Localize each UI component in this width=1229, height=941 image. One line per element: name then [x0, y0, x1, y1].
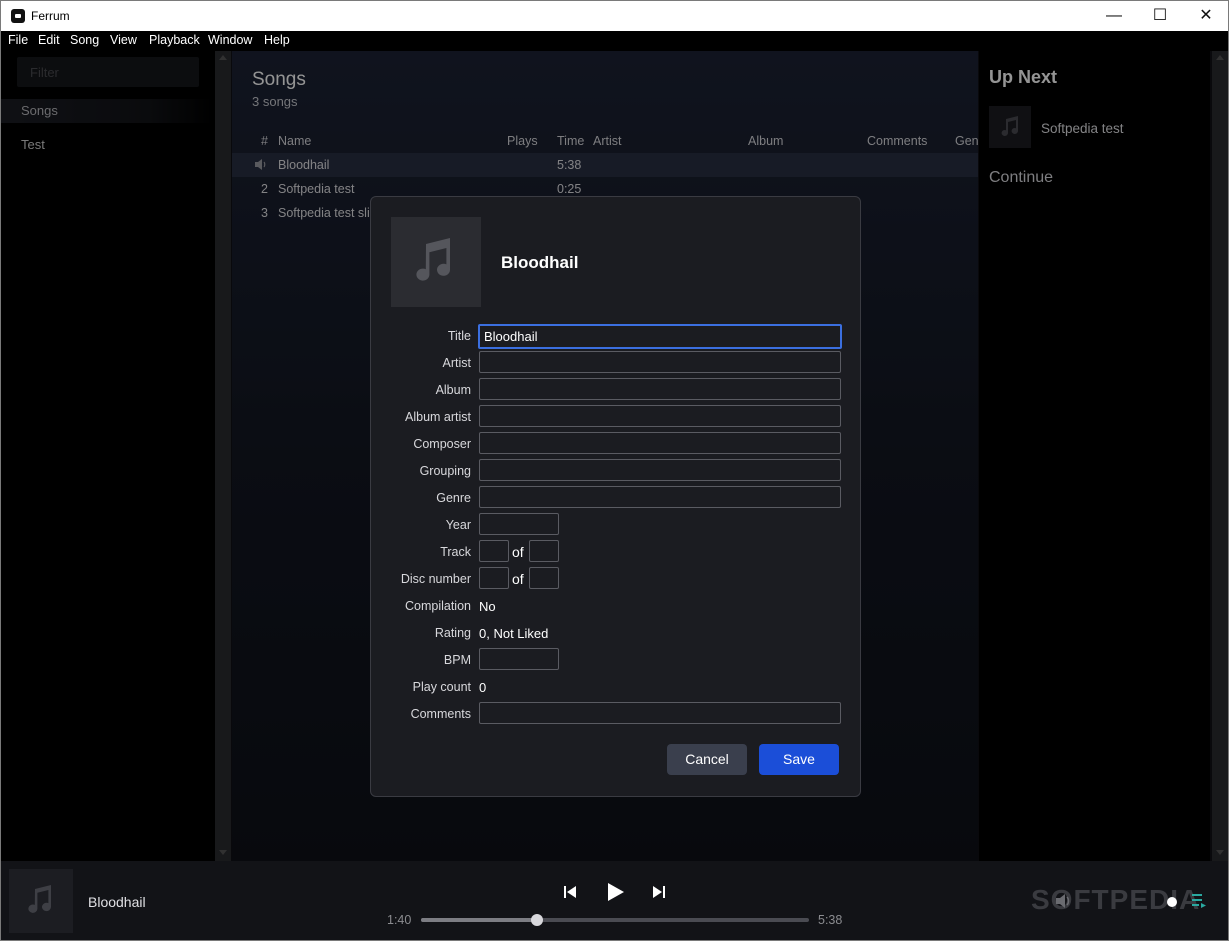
- title-input[interactable]: [478, 324, 842, 349]
- menu-song[interactable]: Song: [70, 33, 99, 47]
- menu-help[interactable]: Help: [264, 33, 290, 47]
- dialog-song-title: Bloodhail: [501, 253, 579, 272]
- year-input[interactable]: [479, 513, 559, 535]
- compilation-toggle[interactable]: No: [479, 599, 496, 614]
- ferrum-app-icon: [11, 9, 25, 23]
- disc-total-input[interactable]: [529, 567, 559, 589]
- minimize-button[interactable]: —: [1091, 1, 1137, 31]
- play-count-value: 0: [479, 680, 487, 695]
- grouping-input[interactable]: [479, 459, 841, 481]
- menu-playback[interactable]: Playback: [149, 33, 200, 47]
- comments-input[interactable]: [479, 702, 841, 724]
- disc-number-label: Disc number: [400, 572, 471, 586]
- song-info-dialog: Bloodhail Title Artist Album Album artis…: [370, 196, 861, 797]
- bpm-label: BPM: [443, 653, 471, 667]
- music-note-icon: [416, 238, 450, 281]
- artist-label: Artist: [442, 356, 471, 370]
- genre-label: Genre: [436, 491, 471, 505]
- maximize-button[interactable]: ☐: [1137, 1, 1183, 31]
- menu-edit[interactable]: Edit: [38, 33, 60, 47]
- play-count-label: Play count: [412, 680, 471, 694]
- track-number-input[interactable]: [479, 540, 509, 562]
- now-playing-title: Bloodhail: [88, 894, 146, 910]
- composer-input[interactable]: [479, 432, 841, 454]
- music-note-icon: [28, 885, 51, 913]
- seek-bar-fill: [421, 918, 538, 922]
- seek-handle[interactable]: [531, 914, 544, 926]
- album-label: Album: [435, 383, 471, 397]
- next-track-button[interactable]: [652, 885, 666, 904]
- save-button[interactable]: Save: [759, 744, 839, 775]
- volume-slider-handle[interactable]: [1167, 897, 1177, 907]
- track-of-label: of: [512, 544, 524, 560]
- previous-track-button[interactable]: [563, 885, 577, 904]
- elapsed-time: 1:40: [387, 913, 412, 927]
- grouping-label: Grouping: [419, 464, 471, 478]
- window-title: Ferrum: [31, 9, 70, 23]
- seek-bar[interactable]: [421, 914, 809, 926]
- title-label: Title: [447, 329, 471, 343]
- app-window: Ferrum — ☐ ✕ File Edit Song View Playbac…: [0, 0, 1229, 941]
- bpm-input[interactable]: [479, 648, 559, 670]
- artist-input[interactable]: [479, 351, 841, 373]
- rating-value[interactable]: 0, Not Liked: [479, 626, 548, 641]
- play-icon: [608, 883, 624, 901]
- menu-window[interactable]: Window: [208, 33, 252, 47]
- title-bar: Ferrum — ☐ ✕: [1, 1, 1228, 31]
- disc-number-input[interactable]: [479, 567, 509, 589]
- disc-of-label: of: [512, 571, 524, 587]
- cancel-button[interactable]: Cancel: [667, 744, 747, 775]
- now-playing-album-art: [9, 869, 73, 933]
- comments-label: Comments: [410, 707, 471, 721]
- next-icon: [653, 886, 665, 898]
- genre-input[interactable]: [479, 486, 841, 508]
- rating-label: Rating: [434, 626, 471, 640]
- previous-icon: [564, 886, 576, 898]
- composer-label: Composer: [413, 437, 471, 451]
- album-input[interactable]: [479, 378, 841, 400]
- compilation-label: Compilation: [404, 599, 471, 613]
- queue-icon[interactable]: [1191, 891, 1207, 914]
- track-total-input[interactable]: [529, 540, 559, 562]
- close-button[interactable]: ✕: [1183, 1, 1228, 31]
- total-time: 5:38: [818, 913, 843, 927]
- menu-file[interactable]: File: [8, 33, 28, 47]
- menu-view[interactable]: View: [110, 33, 137, 47]
- track-label: Track: [440, 545, 471, 559]
- album-artist-input[interactable]: [479, 405, 841, 427]
- player-bar: Bloodhail 1:40 5:38 SOFTPEDIA: [1, 861, 1228, 940]
- menu-bar: File Edit Song View Playback Window Help: [1, 31, 1228, 51]
- dialog-album-art[interactable]: [391, 217, 481, 307]
- album-artist-label: Album artist: [405, 410, 471, 424]
- year-label: Year: [445, 518, 471, 532]
- play-button[interactable]: [607, 882, 625, 907]
- volume-icon[interactable]: [1055, 893, 1073, 914]
